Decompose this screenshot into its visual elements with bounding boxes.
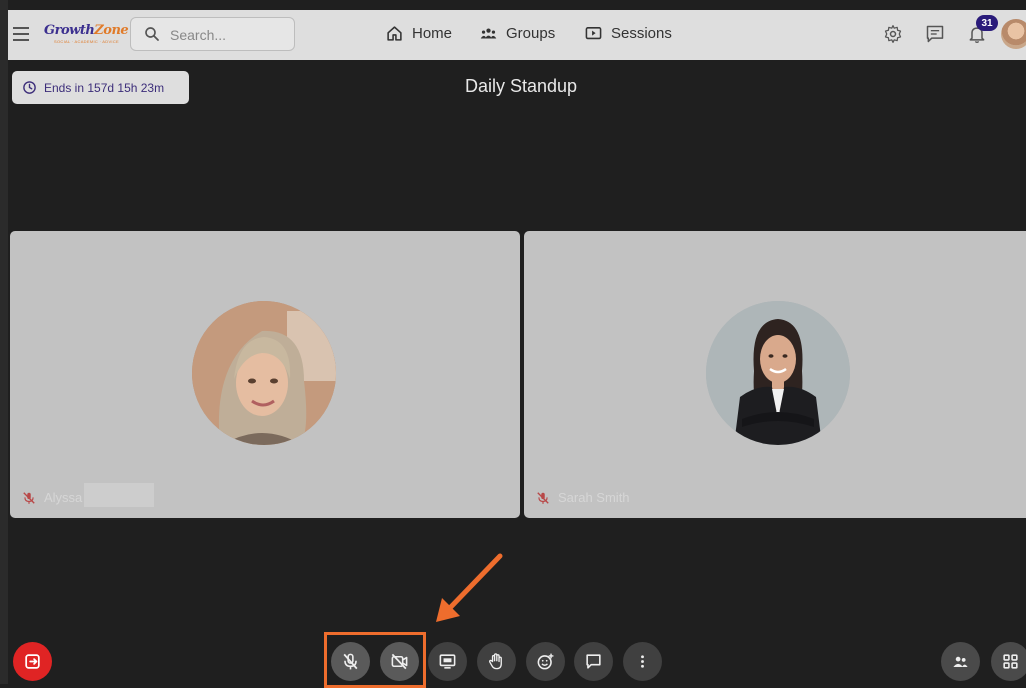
groups-icon <box>480 28 497 39</box>
annotation-arrow <box>436 553 503 622</box>
share-screen-button[interactable] <box>428 642 467 681</box>
participant-tile[interactable]: Alyssa <box>10 231 520 518</box>
clock-icon <box>23 81 36 94</box>
raise-hand-button[interactable] <box>477 642 516 681</box>
exit-icon <box>25 654 40 669</box>
search-box[interactable] <box>130 17 295 51</box>
more-vertical-icon <box>641 655 644 668</box>
left-edge <box>0 0 8 684</box>
home-icon <box>387 26 402 41</box>
redacted-surname <box>84 483 154 507</box>
people-icon <box>953 656 968 668</box>
participant-photo <box>192 301 336 445</box>
camera-off-button[interactable] <box>380 642 419 681</box>
hand-icon <box>489 653 502 670</box>
participant-photo <box>706 301 850 445</box>
chat-icon <box>586 654 601 669</box>
gear-icon[interactable] <box>883 24 903 44</box>
messages-icon[interactable] <box>925 24 945 44</box>
nav-groups[interactable]: Groups <box>480 25 555 42</box>
mic-off-icon <box>343 653 358 670</box>
reaction-button[interactable] <box>526 642 565 681</box>
grid-icon <box>1003 654 1018 669</box>
layout-button[interactable] <box>991 642 1026 681</box>
notification-badge: 31 <box>976 15 998 31</box>
nav-sessions[interactable]: Sessions <box>585 25 672 42</box>
timer-text: Ends in 157d 15h 23m <box>44 81 165 95</box>
menu-icon[interactable] <box>13 27 29 41</box>
chat-button[interactable] <box>574 642 613 681</box>
emoji-icon <box>537 653 554 670</box>
participant-name: Alyssa <box>44 490 83 505</box>
search-input[interactable] <box>170 26 290 44</box>
growthzone-logo[interactable]: GrowthZone <box>44 23 129 38</box>
user-avatar[interactable] <box>1001 19 1026 49</box>
participant-avatar <box>192 301 336 445</box>
sessions-icon <box>585 27 602 40</box>
mic-off-icon <box>23 491 35 504</box>
session-timer: Ends in 157d 15h 23m <box>12 71 189 104</box>
participants-button[interactable] <box>941 642 980 681</box>
participant-label: Sarah Smith <box>536 490 630 505</box>
nav-home[interactable]: Home <box>386 25 452 42</box>
more-button[interactable] <box>623 642 662 681</box>
top-navigation-bar: GrowthZone SOCIAL · ACADEMIC · ADVICE Ho… <box>8 10 1026 60</box>
mic-off-icon <box>537 491 549 504</box>
search-icon <box>145 27 159 41</box>
nav-sessions-label: Sessions <box>611 25 672 42</box>
nav-home-label: Home <box>412 25 453 42</box>
mute-mic-button[interactable] <box>331 642 370 681</box>
session-title: Daily Standup <box>464 76 578 96</box>
participant-label: Alyssa <box>22 490 82 505</box>
participant-tile[interactable]: Sarah Smith <box>524 231 1026 518</box>
participant-avatar <box>706 301 850 445</box>
leave-button[interactable] <box>13 642 52 681</box>
screen-share-icon <box>439 654 456 669</box>
camera-off-icon <box>391 653 408 670</box>
logo-tagline: SOCIAL · ACADEMIC · ADVICE <box>54 39 119 44</box>
nav-groups-label: Groups <box>506 25 556 42</box>
meeting-window: GrowthZone SOCIAL · ACADEMIC · ADVICE Ho… <box>0 0 1026 688</box>
participant-name: Sarah Smith <box>558 490 630 505</box>
